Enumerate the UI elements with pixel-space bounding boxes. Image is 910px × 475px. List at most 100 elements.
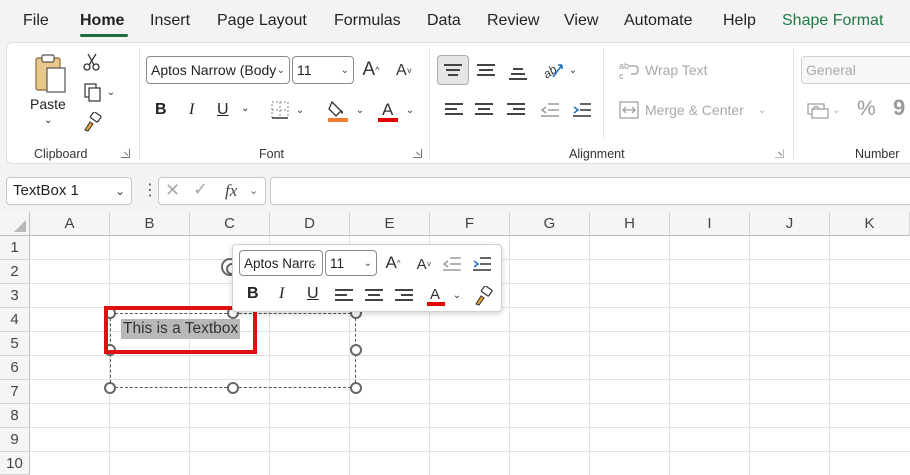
column-header[interactable]: H <box>590 212 670 236</box>
mini-format-painter-button[interactable] <box>471 285 495 307</box>
more-options-icon[interactable]: ⋮ <box>142 180 158 200</box>
tab-view[interactable]: View <box>564 12 598 30</box>
tab-data[interactable]: Data <box>427 12 461 30</box>
decrease-font-size-button[interactable]: A ˅ <box>393 59 415 83</box>
row-header[interactable]: 9 <box>0 428 30 452</box>
borders-button[interactable]: ⌄ <box>265 99 309 121</box>
font-name-select[interactable]: Aptos Narrow (Body) ⌄ <box>146 56 290 84</box>
column-header[interactable]: B <box>110 212 190 236</box>
align-right-button[interactable] <box>505 99 527 121</box>
svg-text:A: A <box>382 100 394 119</box>
top-align-button[interactable] <box>437 55 469 85</box>
name-box[interactable]: TextBox 1 ⌄ <box>6 177 132 205</box>
increase-font-size-button[interactable]: A ^ <box>359 57 383 83</box>
svg-text:A: A <box>430 286 440 303</box>
underline-button[interactable]: U <box>217 101 229 119</box>
resize-handle[interactable] <box>104 382 116 394</box>
percent-button[interactable]: % <box>857 97 876 121</box>
select-all-corner[interactable] <box>0 212 30 236</box>
column-header[interactable]: G <box>510 212 590 236</box>
cut-button[interactable] <box>81 51 103 73</box>
svg-text:c: c <box>619 71 624 80</box>
column-header[interactable]: K <box>830 212 910 236</box>
tab-help[interactable]: Help <box>723 12 756 30</box>
column-header[interactable]: E <box>350 212 430 236</box>
format-painter-button[interactable] <box>81 111 103 133</box>
clipboard-launcher-icon[interactable] <box>121 149 130 158</box>
chevron-down-icon: ⌄ <box>276 65 285 76</box>
row-header[interactable]: 5 <box>0 332 30 356</box>
mini-font-size-select[interactable]: 11 ⌄ <box>325 250 377 276</box>
font-color-button[interactable]: A ⌄ <box>371 97 419 123</box>
middle-align-button[interactable] <box>473 57 499 83</box>
row-header[interactable]: 6 <box>0 356 30 380</box>
underline-chevron-icon[interactable]: ⌄ <box>241 103 249 114</box>
paste-label[interactable]: Paste <box>30 96 66 112</box>
resize-handle[interactable] <box>227 382 239 394</box>
row-header[interactable]: 3 <box>0 284 30 308</box>
row-header[interactable]: 1 <box>0 236 30 260</box>
row-header[interactable]: 2 <box>0 260 30 284</box>
mini-font-name-select[interactable]: Aptos Narrow ⌄ <box>239 250 323 276</box>
accounting-format-button[interactable]: ⌄ <box>803 99 845 121</box>
tab-review[interactable]: Review <box>487 12 539 30</box>
orientation-button[interactable]: ab ⌄ <box>537 57 581 83</box>
tab-formulas[interactable]: Formulas <box>334 12 401 30</box>
fill-color-button[interactable]: ⌄ <box>321 97 369 123</box>
row-header[interactable]: 4 <box>0 308 30 332</box>
formula-input[interactable] <box>270 177 910 205</box>
mini-font-color-button[interactable]: A ⌄ <box>421 283 465 307</box>
resize-handle[interactable] <box>350 344 362 356</box>
copy-button[interactable]: ⌄ <box>79 81 119 103</box>
copy-icon <box>84 83 101 102</box>
comma-style-button[interactable]: 9 <box>893 95 905 121</box>
column-header[interactable]: C <box>190 212 270 236</box>
increase-indent-button[interactable] <box>571 99 593 121</box>
bold-button[interactable]: B <box>155 101 167 119</box>
wrap-text-button[interactable]: ab c Wrap Text <box>619 59 708 81</box>
mini-decrease-indent-button[interactable] <box>441 254 463 274</box>
number-format-select[interactable]: General <box>801 56 910 84</box>
cancel-icon[interactable]: ✕ <box>165 180 180 201</box>
mini-align-right-button[interactable] <box>393 287 415 305</box>
paste-button[interactable] <box>31 51 71 97</box>
font-size-select[interactable]: 11 ⌄ <box>292 56 354 84</box>
align-left-button[interactable] <box>443 99 465 121</box>
column-header[interactable]: F <box>430 212 510 236</box>
mini-bold-button[interactable]: B <box>247 285 259 303</box>
column-header[interactable]: J <box>750 212 830 236</box>
decrease-indent-button[interactable] <box>539 99 561 121</box>
tab-home[interactable]: Home <box>80 12 124 30</box>
column-header[interactable]: A <box>30 212 110 236</box>
tab-automate[interactable]: Automate <box>624 12 692 30</box>
tab-insert[interactable]: Insert <box>150 12 190 30</box>
insert-function-button[interactable]: fx <box>225 181 237 201</box>
mini-underline-button[interactable]: U <box>307 285 319 303</box>
mini-decrease-font-button[interactable]: A ˅ <box>413 253 435 275</box>
italic-button[interactable]: I <box>189 101 194 119</box>
formula-buttons: ✕ ✓ fx ⌄ <box>158 177 266 205</box>
bottom-align-button[interactable] <box>505 59 531 85</box>
column-header[interactable]: I <box>670 212 750 236</box>
alignment-launcher-icon[interactable] <box>775 149 784 158</box>
mini-align-left-button[interactable] <box>333 287 355 305</box>
merge-center-button[interactable]: Merge & Center ⌄ <box>619 99 766 121</box>
tab-file[interactable]: File <box>23 12 49 30</box>
chevron-down-icon: ⌄ <box>757 104 767 116</box>
row-header[interactable]: 8 <box>0 404 30 428</box>
chevron-down-icon[interactable]: ⌄ <box>249 184 258 197</box>
mini-increase-font-button[interactable]: A ^ <box>381 251 405 275</box>
column-header[interactable]: D <box>270 212 350 236</box>
enter-check-icon[interactable]: ✓ <box>193 179 208 200</box>
mini-increase-indent-button[interactable] <box>471 254 493 274</box>
mini-italic-button[interactable]: I <box>279 285 284 303</box>
row-header[interactable]: 10 <box>0 452 30 475</box>
align-center-button[interactable] <box>473 99 495 121</box>
mini-align-center-button[interactable] <box>363 287 385 305</box>
row-header[interactable]: 7 <box>0 380 30 404</box>
paste-chevron-icon[interactable]: ⌄ <box>44 115 52 126</box>
tab-shape-format[interactable]: Shape Format <box>782 12 883 30</box>
font-launcher-icon[interactable] <box>413 149 422 158</box>
resize-handle[interactable] <box>350 382 362 394</box>
tab-page-layout[interactable]: Page Layout <box>217 12 307 30</box>
